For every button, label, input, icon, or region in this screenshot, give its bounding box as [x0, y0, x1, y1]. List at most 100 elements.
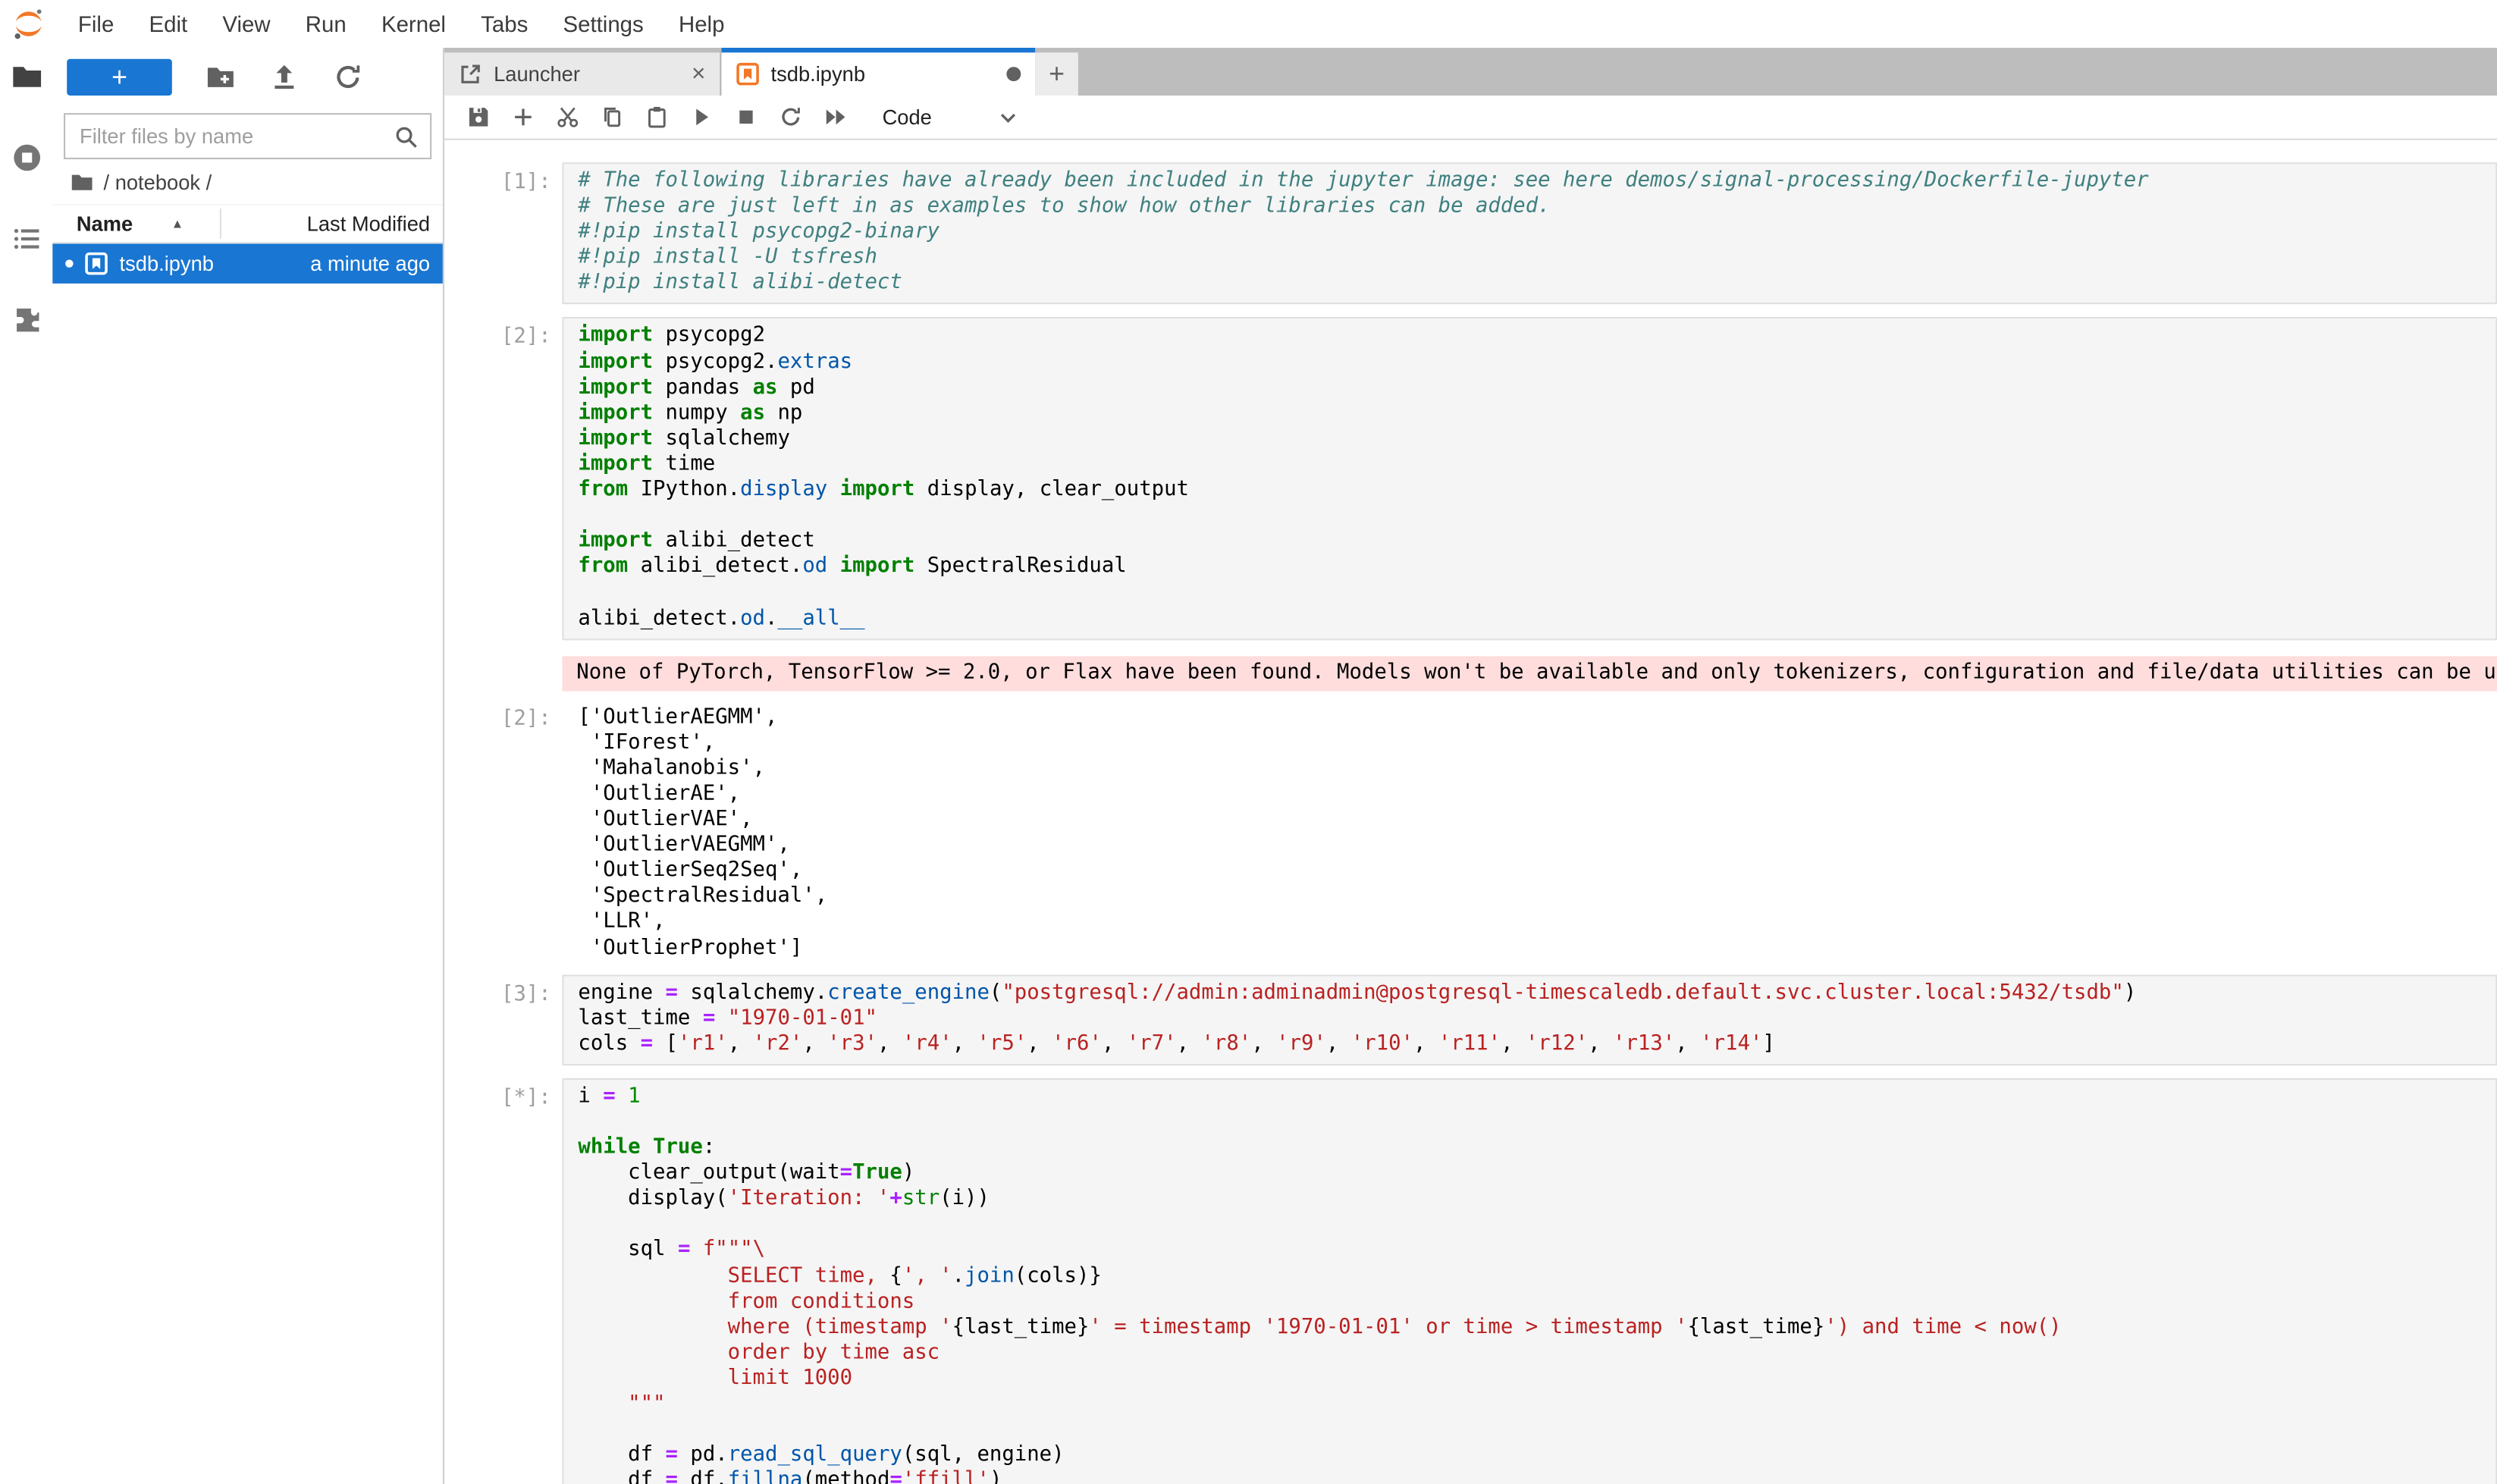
code-line: alibi_detect.od.__all__	[578, 606, 2489, 632]
code-line: df = pd.read_sql_query(sql, engine)	[578, 1443, 2489, 1469]
file-last-modified: a minute ago	[310, 252, 430, 276]
save-button[interactable]	[456, 98, 500, 136]
home-folder-icon[interactable]	[70, 170, 94, 194]
code-line: SELECT time, {', '.join(cols)}	[578, 1264, 2489, 1290]
code-line: engine = sqlalchemy.create_engine("postg…	[578, 980, 2489, 1006]
code-line: where (timestamp '{last_time}' = timesta…	[578, 1315, 2489, 1341]
upload-icon[interactable]	[269, 61, 300, 92]
file-list: tsdb.ipynb a minute ago	[52, 243, 443, 284]
code-line: sql = f"""\	[578, 1238, 2489, 1264]
file-row-tsdb.ipynb[interactable]: tsdb.ipynb a minute ago	[52, 243, 443, 284]
code-line: i = 1	[578, 1084, 2489, 1110]
add-tab-button[interactable]: +	[1035, 52, 1078, 96]
code-line: last_time = "1970-01-01"	[578, 1006, 2489, 1032]
notebook-cells: [1]:# The following libraries have alrea…	[444, 162, 2497, 1484]
menu-item-edit[interactable]: Edit	[131, 11, 205, 37]
filter-files-box	[64, 113, 431, 159]
execute-result: [2]:['OutlierAEGMM', 'IForest', 'Mahalan…	[444, 698, 2497, 961]
list-icon[interactable]	[11, 223, 42, 255]
menu-item-view[interactable]: View	[205, 11, 287, 37]
filter-files-input[interactable]	[77, 123, 394, 150]
cell-editor[interactable]: engine = sqlalchemy.create_engine("postg…	[562, 974, 2497, 1065]
notebook-toolbar: Code	[444, 96, 2497, 140]
menu-item-tabs[interactable]: Tabs	[463, 11, 545, 37]
code-line: from IPython.display import display, cle…	[578, 478, 2489, 504]
menu-item-file[interactable]: File	[61, 11, 132, 37]
code-line: #!pip install alibi-detect	[578, 271, 2489, 297]
code-cell-1: [2]:import psycopg2import psycopg2.extra…	[444, 318, 2497, 962]
close-icon[interactable]: ×	[660, 61, 705, 88]
tab-launcher[interactable]: Launcher ×	[444, 52, 721, 96]
insert-cell-button[interactable]	[500, 98, 544, 136]
code-line: from alibi_detect.od import SpectralResi…	[578, 555, 2489, 581]
code-line	[578, 504, 2489, 529]
file-browser-toolbar: +	[52, 48, 443, 105]
chevron-down-icon[interactable]	[999, 108, 1018, 127]
code-line	[578, 1213, 2489, 1238]
cell-input-area: [3]:engine = sqlalchemy.create_engine("p…	[444, 974, 2497, 1065]
restart-run-all-button[interactable]	[812, 98, 857, 136]
puzzle-icon[interactable]	[11, 304, 42, 336]
code-line: import pandas as pd	[578, 375, 2489, 401]
unsaved-dot	[1006, 67, 1021, 81]
code-line: import sqlalchemy	[578, 427, 2489, 453]
cell-type-dropdown[interactable]: Code	[883, 105, 932, 130]
column-header-last-modified[interactable]: Last Modified	[307, 212, 430, 236]
input-prompt: [*]:	[444, 1078, 562, 1484]
notebook-panel[interactable]: [1]:# The following libraries have alrea…	[444, 140, 2497, 1484]
code-line: df = df.fillna(method='ffill')	[578, 1469, 2489, 1484]
unsaved-dot	[65, 259, 74, 268]
file-list-header: Name ▲ Last Modified	[52, 204, 443, 244]
cell-input-area: [*]:i = 1 while True: clear_output(wait=…	[444, 1078, 2497, 1484]
menu-item-settings[interactable]: Settings	[545, 11, 660, 37]
code-line: clear_output(wait=True)	[578, 1162, 2489, 1188]
notebook-icon	[84, 252, 108, 276]
paste-cells-button[interactable]	[634, 98, 679, 136]
cell-input-area: [2]:import psycopg2import psycopg2.extra…	[444, 318, 2497, 640]
code-line: limit 1000	[578, 1366, 2489, 1392]
code-line: import numpy as np	[578, 401, 2489, 427]
copy-cells-button[interactable]	[589, 98, 634, 136]
code-line: import psycopg2.extras	[578, 350, 2489, 375]
tab-label: Launcher	[494, 62, 580, 86]
column-divider	[220, 209, 221, 239]
code-line: #!pip install psycopg2-binary	[578, 220, 2489, 246]
refresh-icon[interactable]	[333, 61, 363, 92]
code-cell-3: [*]:i = 1 while True: clear_output(wait=…	[444, 1078, 2497, 1484]
folder-icon[interactable]	[11, 61, 42, 93]
file-name: tsdb.ipynb	[120, 252, 214, 276]
notebook-icon	[736, 62, 760, 86]
new-launcher-button[interactable]: +	[67, 58, 172, 95]
run-cell-button[interactable]	[679, 98, 723, 136]
breadcrumb-path: / notebook /	[104, 170, 212, 194]
menu-item-kernel[interactable]: Kernel	[364, 11, 463, 37]
cell-editor[interactable]: import psycopg2import psycopg2.extrasimp…	[562, 318, 2497, 640]
jupyter-logo-icon	[11, 6, 46, 41]
tab-tsdb-ipynb[interactable]: tsdb.ipynb	[721, 48, 1035, 96]
code-line: while True:	[578, 1136, 2489, 1162]
code-line: """	[578, 1392, 2489, 1418]
code-line: display('Iteration: '+str(i))	[578, 1187, 2489, 1213]
input-prompt: [1]:	[444, 162, 562, 305]
input-prompt: [2]:	[444, 318, 562, 640]
new-folder-icon[interactable]	[205, 61, 236, 92]
column-header-name[interactable]: Name	[77, 212, 133, 236]
menu-item-help[interactable]: Help	[661, 11, 742, 37]
launcher-icon	[459, 62, 483, 86]
code-line: order by time asc	[578, 1341, 2489, 1366]
cut-cells-button[interactable]	[544, 98, 589, 136]
breadcrumb[interactable]: / notebook /	[52, 159, 443, 204]
code-line: import time	[578, 452, 2489, 478]
sort-ascending-icon[interactable]: ▲	[171, 217, 184, 231]
menu-item-run[interactable]: Run	[288, 11, 364, 37]
activity-bar	[0, 48, 52, 1484]
cell-editor[interactable]: # The following libraries have already b…	[562, 162, 2497, 305]
cell-editor[interactable]: i = 1 while True: clear_output(wait=True…	[562, 1078, 2497, 1484]
restart-kernel-button[interactable]	[767, 98, 812, 136]
stop-circle-icon[interactable]	[11, 142, 42, 174]
cell-input-area: [1]:# The following libraries have alrea…	[444, 162, 2497, 305]
code-cell-0: [1]:# The following libraries have alrea…	[444, 162, 2497, 305]
code-line	[578, 580, 2489, 606]
interrupt-kernel-button[interactable]	[723, 98, 768, 136]
main-dock-panel: Launcher × tsdb.ipynb+	[443, 48, 2497, 1484]
